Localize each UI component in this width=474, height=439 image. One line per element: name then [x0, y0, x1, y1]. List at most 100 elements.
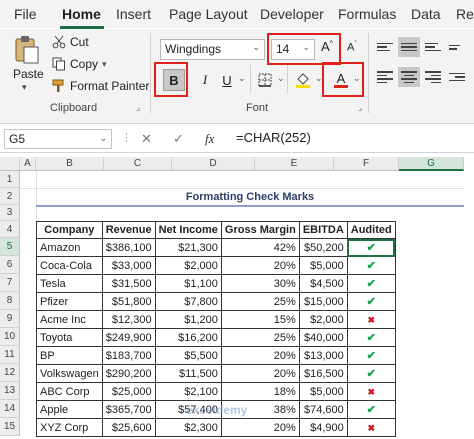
format-painter-button[interactable]: Format Painter [52, 79, 149, 93]
net-income-cell[interactable]: $11,500 [154, 364, 222, 383]
net-income-cell[interactable]: $2,000 [154, 256, 222, 275]
row-header-1[interactable]: 1 [0, 171, 20, 188]
ebitda-cell[interactable]: $4,900 [298, 418, 348, 437]
ebitda-cell[interactable]: $5,000 [298, 256, 348, 275]
copy-button[interactable]: Copy ▾ [52, 57, 107, 71]
header-net-income[interactable]: Net Income [154, 221, 222, 239]
formula-input[interactable]: =CHAR(252) [236, 130, 311, 145]
enter-icon[interactable]: ✓ [173, 131, 184, 147]
gross-margin-cell[interactable]: 15% [220, 310, 300, 329]
revenue-cell[interactable]: $249,900 [101, 328, 156, 347]
paste-button[interactable]: Paste [13, 67, 44, 81]
align-center-button[interactable] [398, 67, 420, 87]
revenue-cell[interactable]: $25,600 [101, 418, 156, 437]
tab-page-layout[interactable]: Page Layout [169, 4, 248, 24]
company-cell[interactable]: Toyota [36, 328, 103, 347]
ebitda-cell[interactable]: $13,000 [298, 346, 348, 365]
column-header-c[interactable]: C [104, 157, 172, 171]
gross-margin-cell[interactable]: 30% [220, 274, 300, 293]
tab-file[interactable]: File [14, 4, 37, 24]
row-header-14[interactable]: 14 [0, 400, 20, 418]
revenue-cell[interactable]: $25,000 [101, 382, 156, 401]
paste-dropdown-icon[interactable]: ▾ [22, 82, 27, 93]
gross-margin-cell[interactable]: 25% [220, 292, 300, 311]
italic-button[interactable]: I [194, 69, 216, 91]
company-cell[interactable]: Pfizer [36, 292, 103, 311]
tab-data[interactable]: Data [411, 4, 441, 24]
tab-developer[interactable]: Developer [260, 4, 324, 24]
revenue-cell[interactable]: $33,000 [101, 256, 156, 275]
gross-margin-cell[interactable]: 20% [220, 364, 300, 383]
company-cell[interactable]: Coca-Cola [36, 256, 103, 275]
borders-dropdown-icon[interactable]: ⌄ [277, 73, 285, 84]
revenue-cell[interactable]: $12,300 [101, 310, 156, 329]
revenue-cell[interactable]: $51,800 [101, 292, 156, 311]
row-header-12[interactable]: 12 [0, 364, 20, 382]
bottom-align-button[interactable] [422, 37, 444, 57]
net-income-cell[interactable]: $21,300 [154, 238, 222, 257]
column-header-b[interactable]: B [36, 157, 104, 171]
underline-dropdown-icon[interactable]: ⌄ [238, 73, 246, 84]
cut-button[interactable]: Cut [52, 35, 89, 49]
net-income-cell[interactable]: $2,300 [154, 418, 222, 437]
header-gross-margin[interactable]: Gross Margin [220, 221, 300, 239]
net-income-cell[interactable]: $16,200 [154, 328, 222, 347]
gross-margin-cell[interactable]: 20% [220, 346, 300, 365]
fill-color-button[interactable] [292, 69, 314, 91]
audited-cell[interactable]: ✔ [346, 364, 396, 383]
decrease-font-size-button[interactable]: Aˇ [347, 41, 357, 54]
row-header-9[interactable]: 9 [0, 310, 20, 328]
row-header-6[interactable]: 6 [0, 256, 20, 274]
audited-cell[interactable]: ✔ [346, 292, 396, 311]
audited-cell[interactable]: ✖ [346, 418, 396, 437]
paste-icon[interactable] [14, 35, 40, 65]
ebitda-cell[interactable]: $50,200 [298, 238, 348, 257]
net-income-cell[interactable]: $5,500 [154, 346, 222, 365]
header-ebitda[interactable]: EBITDA [298, 221, 348, 239]
row-header-5[interactable]: 5 [0, 238, 20, 256]
revenue-cell[interactable]: $386,100 [101, 238, 156, 257]
row-header-15[interactable]: 15 [0, 418, 20, 436]
tab-insert[interactable]: Insert [116, 4, 151, 24]
audited-cell[interactable]: ✔ [346, 328, 396, 347]
gross-margin-cell[interactable]: 42% [220, 238, 300, 257]
tab-formulas[interactable]: Formulas [338, 4, 396, 24]
align-right-button[interactable] [422, 67, 444, 87]
row-header-13[interactable]: 13 [0, 382, 20, 400]
audited-cell[interactable]: ✖ [346, 382, 396, 401]
audited-cell[interactable]: ✔ [346, 346, 396, 365]
row-header-11[interactable]: 11 [0, 346, 20, 364]
revenue-cell[interactable]: $31,500 [101, 274, 156, 293]
row-header-8[interactable]: 8 [0, 292, 20, 310]
ebitda-cell[interactable]: $15,000 [298, 292, 348, 311]
column-header-f[interactable]: F [334, 157, 399, 171]
ebitda-cell[interactable]: $4,500 [298, 274, 348, 293]
row-header-2[interactable]: 2 [0, 188, 20, 205]
row-header-4[interactable]: 4 [0, 221, 20, 238]
company-cell[interactable]: Acme Inc [36, 310, 103, 329]
column-header-g[interactable]: G [399, 157, 464, 171]
underline-button[interactable]: U [216, 69, 238, 91]
ebitda-cell[interactable]: $74,600 [298, 400, 348, 419]
audited-cell[interactable]: ✔ [346, 400, 396, 419]
tab-home[interactable]: Home [62, 4, 101, 24]
net-income-cell[interactable]: $7,800 [154, 292, 222, 311]
ebitda-cell[interactable]: $16,500 [298, 364, 348, 383]
middle-align-button[interactable] [398, 37, 420, 57]
company-cell[interactable]: XYZ Corp [36, 418, 103, 437]
orientation-button[interactable] [446, 37, 468, 57]
audited-cell[interactable]: ✖ [346, 310, 396, 329]
row-header-3[interactable]: 3 [0, 205, 20, 221]
align-left-button[interactable] [374, 67, 396, 87]
column-header-a[interactable]: A [20, 157, 36, 171]
borders-button[interactable] [254, 69, 276, 91]
tab-review[interactable]: Re [456, 4, 474, 24]
company-cell[interactable]: Amazon [36, 238, 103, 257]
company-cell[interactable]: ABC Corp [36, 382, 103, 401]
increase-font-size-button[interactable]: A^ [321, 39, 333, 54]
row-header-7[interactable]: 7 [0, 274, 20, 292]
net-income-cell[interactable]: $1,200 [154, 310, 222, 329]
ebitda-cell[interactable]: $5,000 [298, 382, 348, 401]
top-align-button[interactable] [374, 37, 396, 57]
revenue-cell[interactable]: $365,700 [101, 400, 156, 419]
